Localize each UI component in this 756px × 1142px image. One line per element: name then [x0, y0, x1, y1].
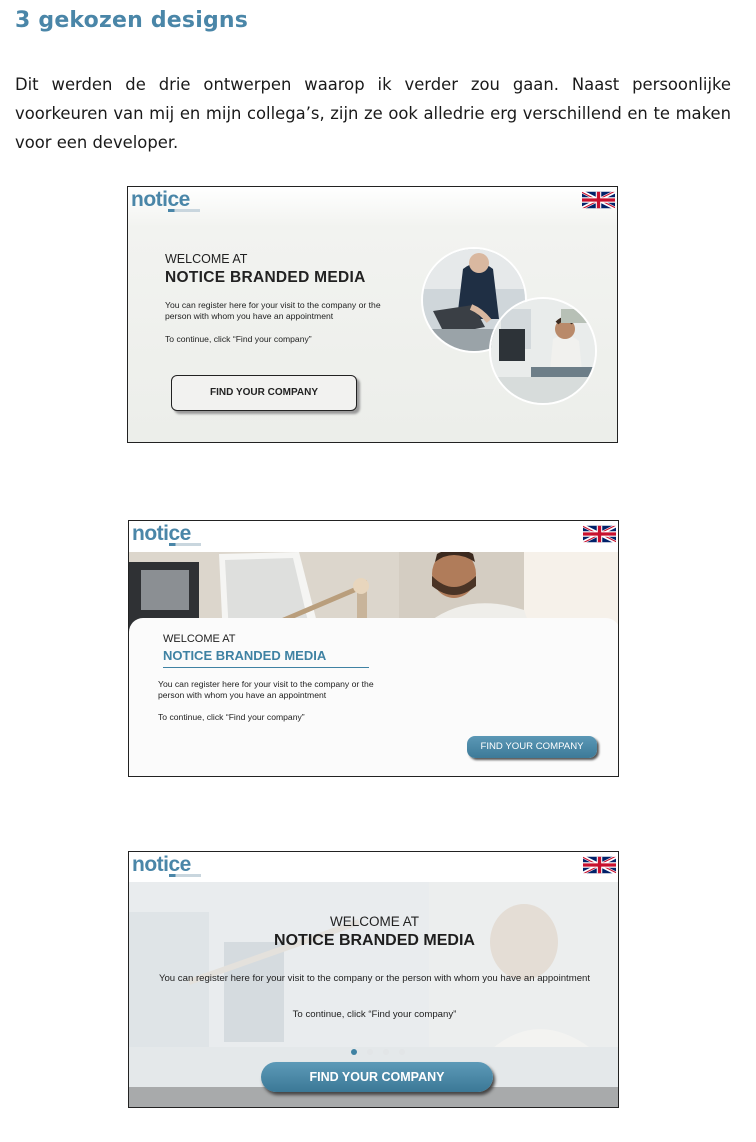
brand-line: NOTICE BRANDED MEDIA [165, 269, 366, 286]
uk-flag-icon[interactable] [583, 523, 616, 545]
office-photo-circle-2 [489, 297, 597, 405]
find-company-button[interactable]: FIND YOUR COMPANY [467, 736, 597, 758]
welcome-line: WELCOME AT [329, 914, 419, 929]
uk-flag-icon[interactable] [582, 189, 615, 211]
logo-underline [168, 209, 200, 212]
welcome-line: WELCOME AT [165, 252, 248, 266]
uk-flag-icon[interactable] [583, 854, 616, 876]
find-company-button[interactable]: FIND YOUR COMPANY [171, 375, 357, 411]
logo-underline [169, 874, 201, 877]
design-mockup-2: notice WELCOME AT NOTICE BRANDED MEDIA Y… [128, 520, 619, 777]
find-company-button[interactable]: FIND YOUR COMPANY [261, 1062, 493, 1092]
welcome-line: WELCOME AT [163, 633, 236, 645]
description-text: You can register here for your visit to … [165, 300, 381, 321]
continue-text: To continue, click “Find your company” [165, 334, 312, 344]
continue-text: To continue, click “Find your company” [158, 712, 305, 722]
carousel-dot[interactable] [367, 1049, 373, 1055]
design-mockup-1: notice WELCOME AT NOTICE BRANDED MEDIA Y… [127, 186, 618, 443]
page-title: 3 gekozen designs [15, 8, 249, 33]
brand-line: NOTICE BRANDED MEDIA [163, 648, 327, 663]
carousel-dot[interactable] [399, 1049, 405, 1055]
brand-underline [163, 667, 369, 668]
logo-underline [169, 543, 201, 546]
design-mockup-3: notice WELCOME AT NOTICE BRANDED MEDIA Y… [128, 851, 619, 1108]
description-text: You can register here for your visit to … [158, 679, 374, 700]
carousel-dot[interactable] [383, 1049, 389, 1055]
description-text: You can register here for your visit to … [158, 973, 591, 984]
intro-paragraph: Dit werden de drie ontwerpen waarop ik v… [15, 75, 731, 152]
carousel-dot-active[interactable] [351, 1049, 357, 1055]
continue-text: To continue, click “Find your company” [292, 1009, 457, 1020]
brand-line: NOTICE BRANDED MEDIA [274, 932, 475, 949]
